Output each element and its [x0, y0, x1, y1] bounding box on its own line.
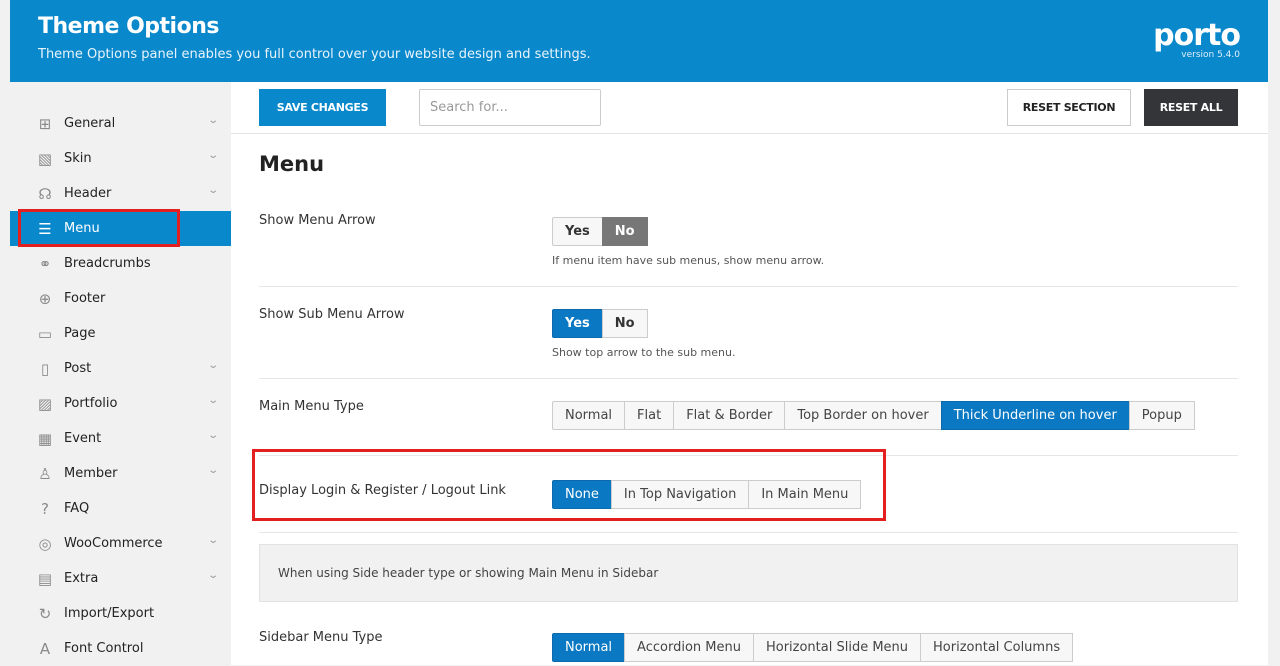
- option-no[interactable]: No: [601, 309, 648, 338]
- chevron-down-icon[interactable]: ⌄: [207, 185, 219, 196]
- option-flat-border[interactable]: Flat & Border: [673, 401, 786, 430]
- link-icon: ⚭: [38, 254, 52, 273]
- setting-description: Show top arrow to the sub menu.: [552, 346, 736, 359]
- sidebar-item-label: Footer: [64, 291, 106, 306]
- sidebar-item-label: Breadcrumbs: [64, 256, 151, 271]
- option-top-border-on-hover[interactable]: Top Border on hover: [784, 401, 942, 430]
- option-horizontal-columns[interactable]: Horizontal Columns: [920, 633, 1074, 662]
- search-input[interactable]: Search for...: [419, 89, 601, 126]
- chevron-down-icon[interactable]: ⌄: [207, 465, 219, 476]
- document-icon: ▯: [40, 359, 50, 378]
- sidebar-item-label: Font Control: [64, 641, 144, 656]
- sidebar-item-woocommerce[interactable]: ◎ WooCommerce ⌄: [10, 526, 231, 561]
- option-flat[interactable]: Flat: [624, 401, 675, 430]
- option-yes[interactable]: Yes: [552, 309, 603, 338]
- option-popup[interactable]: Popup: [1128, 401, 1195, 430]
- sidebar-item-label: General: [64, 116, 116, 131]
- section-title: Menu: [259, 152, 325, 176]
- setting-label: Show Menu Arrow: [259, 213, 376, 228]
- chevron-down-icon[interactable]: ⌄: [207, 395, 219, 406]
- refresh-icon: ↻: [38, 604, 52, 623]
- user-icon: ♙: [38, 464, 52, 483]
- sidebar-item-label: WooCommerce: [64, 536, 163, 551]
- reset-all-button[interactable]: RESET ALL: [1144, 89, 1238, 126]
- option-yes[interactable]: Yes: [552, 217, 603, 246]
- setting-label: Sidebar Menu Type: [259, 630, 383, 645]
- sidebar-item-faq[interactable]: ? FAQ: [10, 491, 231, 526]
- sidebar-item-portfolio[interactable]: ▨ Portfolio ⌄: [10, 386, 231, 421]
- option-normal[interactable]: Normal: [552, 401, 626, 430]
- option-accordion-menu[interactable]: Accordion Menu: [624, 633, 754, 662]
- sidebar-item-post[interactable]: ▯ Post ⌄: [10, 351, 231, 386]
- option-thick-underline-on-hover[interactable]: Thick Underline on hover: [940, 401, 1130, 430]
- chevron-down-icon[interactable]: ⌄: [207, 535, 219, 546]
- sidebar-item-label: Member: [64, 466, 118, 481]
- folder-icon: ▤: [37, 569, 53, 588]
- sidebar-item-member[interactable]: ♙ Member ⌄: [10, 456, 231, 491]
- paint-icon: ▧: [37, 149, 53, 168]
- sidebar-item-label: Header: [64, 186, 112, 201]
- toolbar: SAVE CHANGES Search for... RESET SECTION…: [231, 82, 1268, 134]
- highlight-box-menu: [18, 209, 180, 247]
- sidebar-item-label: Extra: [64, 571, 99, 586]
- setting-main-menu-type: Main Menu Type Normal Flat Flat & Border To…: [259, 379, 1238, 456]
- sidebar-item-label: FAQ: [64, 501, 90, 516]
- chevron-down-icon[interactable]: ⌄: [207, 115, 219, 126]
- setting-label: Show Sub Menu Arrow: [259, 307, 405, 322]
- setting-description: If menu item have sub menus, show menu a…: [552, 254, 825, 267]
- sidebar-item-skin[interactable]: ▧ Skin ⌄: [10, 141, 231, 176]
- sidebar-item-general[interactable]: ⊞ General ⌄: [10, 106, 231, 141]
- question-icon: ?: [41, 499, 49, 518]
- chevron-down-icon[interactable]: ⌄: [207, 430, 219, 441]
- sidebar-item-label: Portfolio: [64, 396, 118, 411]
- highlight-box-login: [252, 449, 886, 521]
- arrow-down-circle-icon: ⊕: [38, 289, 52, 308]
- setting-sidebar-menu-type: Sidebar Menu Type Normal Accordion Menu Ho…: [259, 617, 1238, 665]
- page-subtitle: Theme Options panel enables you full con…: [38, 47, 591, 62]
- chevron-down-icon[interactable]: ⌄: [207, 570, 219, 581]
- sidebar-item-label: Event: [64, 431, 102, 446]
- sidebar: ⊞ General ⌄ ▧ Skin ⌄ ☊ Header ⌄ ☰ Menu ⚭ Breadcrumbs…: [10, 82, 231, 665]
- main-panel: SAVE CHANGES Search for... RESET SECTION…: [231, 82, 1268, 665]
- sidebar-item-header[interactable]: ☊ Header ⌄: [10, 176, 231, 211]
- sidebar-item-label: Import/Export: [64, 606, 155, 621]
- browser-icon: ▭: [37, 324, 53, 343]
- button-set: Normal Flat Flat & Border Top Border on hov…: [552, 401, 1195, 430]
- setting-show-sub-menu-arrow: Show Sub Menu Arrow Yes No Show top arrow…: [259, 287, 1238, 379]
- setting-show-menu-arrow: Show Menu Arrow Yes No If menu item have …: [259, 200, 1238, 287]
- chevron-down-icon[interactable]: ⌄: [207, 150, 219, 161]
- image-icon: ▨: [37, 394, 53, 413]
- porto-logo: porto: [1153, 18, 1241, 53]
- version-label: version 5.4.0: [1181, 50, 1240, 60]
- sidebar-item-label: Skin: [64, 151, 92, 166]
- sidebar-item-event[interactable]: ▦ Event ⌄: [10, 421, 231, 456]
- save-changes-button[interactable]: SAVE CHANGES: [259, 89, 386, 126]
- sidebar-item-label: Page: [64, 326, 96, 341]
- button-set: Yes No: [552, 217, 648, 246]
- chevron-down-icon[interactable]: ⌄: [207, 360, 219, 371]
- option-no[interactable]: No: [601, 217, 648, 246]
- page-title: Theme Options: [38, 14, 219, 39]
- sidebar-item-footer[interactable]: ⊕ Footer: [10, 281, 231, 316]
- sidebar-item-extra[interactable]: ▤ Extra ⌄: [10, 561, 231, 596]
- sliders-icon: ⊞: [38, 114, 52, 133]
- calendar-icon: ▦: [37, 429, 53, 448]
- option-normal[interactable]: Normal: [552, 633, 626, 662]
- headphones-icon: ☊: [38, 184, 52, 203]
- option-horizontal-slide-menu[interactable]: Horizontal Slide Menu: [752, 633, 922, 662]
- sidebar-item-import-export[interactable]: ↻ Import/Export: [10, 596, 231, 631]
- button-set: Normal Accordion Menu Horizontal Slide Men…: [552, 633, 1074, 662]
- app-header: Theme Options Theme Options panel enable…: [10, 0, 1268, 82]
- reset-section-button[interactable]: RESET SECTION: [1007, 89, 1131, 126]
- sidebar-item-breadcrumbs[interactable]: ⚭ Breadcrumbs: [10, 246, 231, 281]
- setting-label: Main Menu Type: [259, 399, 364, 414]
- sidebar-notice: When using Side header type or showing M…: [259, 544, 1238, 602]
- sidebar-item-page[interactable]: ▭ Page: [10, 316, 231, 351]
- sidebar-item-font-control[interactable]: A Font Control: [10, 631, 231, 666]
- font-icon: A: [39, 639, 51, 658]
- sidebar-item-label: Post: [64, 361, 92, 376]
- globe-icon: ◎: [38, 534, 52, 553]
- button-set: Yes No: [552, 309, 648, 338]
